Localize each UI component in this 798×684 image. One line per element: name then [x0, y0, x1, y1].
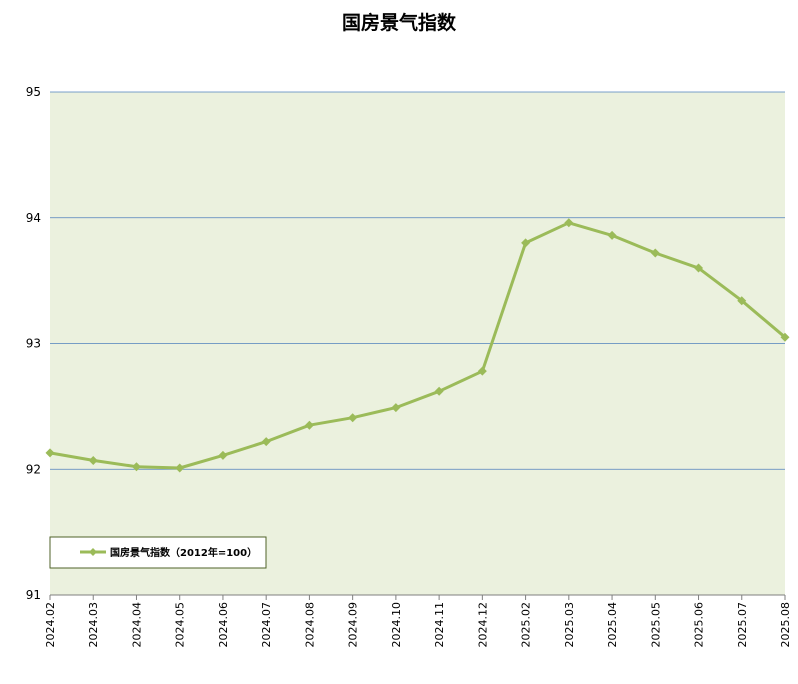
x-tick-label: 2024.12 — [476, 602, 489, 648]
x-tick-label: 2024.07 — [260, 602, 273, 648]
y-tick-label: 93 — [26, 337, 41, 351]
x-tick-label: 2025.02 — [520, 602, 533, 648]
x-tick-label: 2024.03 — [87, 602, 100, 648]
x-tick-label: 2024.04 — [130, 602, 143, 648]
y-tick-label: 91 — [26, 588, 41, 602]
legend-label: 国房景气指数（2012年=100） — [110, 546, 257, 559]
x-tick-label: 2024.02 — [44, 602, 57, 648]
x-tick-label: 2025.04 — [606, 602, 619, 648]
line-chart: 9192939495 2024.02 2024.03 2024.04 2024.05 2… — [26, 85, 792, 648]
axes — [49, 594, 786, 600]
x-tick-label: 2024.10 — [390, 602, 403, 648]
x-tick-label: 2024.06 — [217, 602, 230, 648]
x-tick-label: 2024.08 — [303, 602, 316, 648]
y-tick-label: 92 — [26, 462, 41, 476]
x-tick-labels: 2024.02 2024.03 2024.04 2024.05 2024.06 2024.… — [44, 602, 792, 648]
x-tick-label: 2024.05 — [174, 602, 187, 648]
y-tick-label: 95 — [26, 85, 41, 99]
x-tick-label: 2025.08 — [779, 602, 792, 648]
x-tick-label: 2025.07 — [736, 602, 749, 648]
x-tick-label: 2024.09 — [347, 602, 360, 648]
x-tick-label: 2025.05 — [649, 602, 662, 648]
x-tick-label: 2025.03 — [563, 602, 576, 648]
legend[interactable]: 国房景气指数（2012年=100） — [49, 536, 267, 569]
x-tick-label: 2025.06 — [693, 602, 706, 648]
y-tick-label: 94 — [26, 211, 41, 225]
y-tick-labels: 91 92 93 94 95 — [26, 85, 41, 602]
x-tick-label: 2024.11 — [433, 602, 446, 648]
